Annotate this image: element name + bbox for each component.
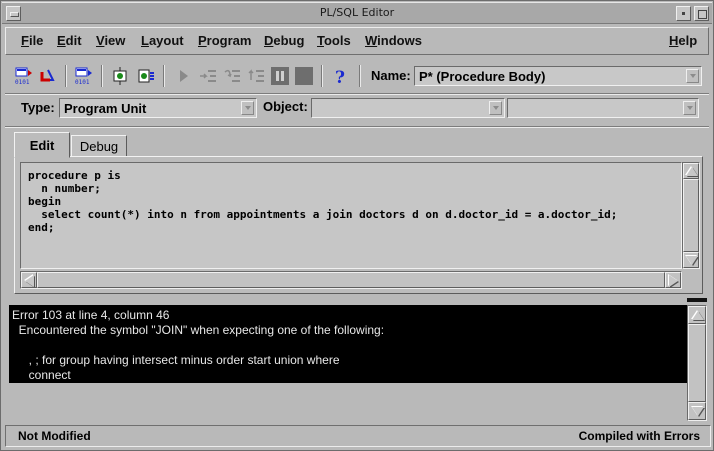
object-label: Object: <box>263 99 308 114</box>
message-line: Error 103 at line 4, column 46 <box>12 308 170 322</box>
menu-edit[interactable]: Edit <box>57 33 82 48</box>
window-title: PL/SQL Editor <box>319 6 395 19</box>
plsql-editor-window: PL/SQL Editor File Edit View Layout Prog… <box>0 0 714 451</box>
watch-icon[interactable] <box>135 65 157 87</box>
svg-text:0101: 0101 <box>15 79 30 86</box>
code-line: begin <box>28 195 62 208</box>
type-label: Type: <box>21 100 55 115</box>
object-combo[interactable] <box>311 98 505 118</box>
stop-icon[interactable] <box>293 65 315 87</box>
svg-text:?: ? <box>335 68 345 86</box>
scroll-down-button[interactable] <box>683 252 699 268</box>
scroll-right-button[interactable] <box>665 272 681 288</box>
modified-status: Not Modified <box>18 429 91 443</box>
message-line <box>12 338 687 353</box>
chevron-down-icon[interactable] <box>683 101 696 115</box>
edit-tab-panel: procedure p is n number; begin select co… <box>14 156 703 294</box>
arrow-right-icon <box>669 275 678 287</box>
message-line: connect <box>12 368 71 382</box>
scroll-up-button[interactable] <box>688 306 706 324</box>
divider <box>5 126 709 128</box>
tab-edit[interactable]: Edit <box>14 132 70 158</box>
arrow-up-icon <box>686 167 698 176</box>
message-line: , ; for group having intersect minus ord… <box>12 353 340 367</box>
menu-debug[interactable]: Debug <box>264 33 304 48</box>
object-subcombo[interactable] <box>507 98 699 118</box>
toolbar-separator <box>101 65 103 87</box>
code-line: end; <box>28 221 55 234</box>
status-bar: Not Modified Compiled with Errors <box>5 425 711 447</box>
editor-horizontal-scrollbar[interactable] <box>20 271 682 289</box>
menu-file[interactable]: File <box>21 33 43 48</box>
type-combo[interactable]: Program Unit <box>59 98 257 118</box>
pause-icon[interactable] <box>269 65 291 87</box>
revert-icon[interactable] <box>37 65 59 87</box>
code-editor[interactable]: procedure p is n number; begin select co… <box>20 162 682 269</box>
toolbar: 0101 0101 ? Name: P* (Procedure Body) <box>5 59 709 93</box>
menu-program[interactable]: Program <box>198 33 251 48</box>
scroll-thumb[interactable] <box>688 324 706 402</box>
toolbar-separator <box>65 65 67 87</box>
compile-all-icon[interactable]: 0101 <box>73 65 95 87</box>
scroll-left-button[interactable] <box>21 272 37 288</box>
scroll-thumb[interactable] <box>683 179 699 252</box>
toolbar-separator <box>359 65 361 87</box>
code-line: select count(*) into n from appointments… <box>28 208 618 221</box>
scroll-down-button[interactable] <box>688 402 706 420</box>
arrow-down-icon <box>692 407 704 416</box>
run-icon[interactable] <box>173 65 195 87</box>
chevron-down-icon[interactable] <box>241 101 254 115</box>
compile-status: Compiled with Errors <box>578 429 700 443</box>
scroll-up-button[interactable] <box>683 163 699 179</box>
menu-help[interactable]: Help <box>669 33 697 48</box>
scroll-thumb[interactable] <box>37 272 665 288</box>
menu-bar: File Edit View Layout Program Debug Tool… <box>5 27 709 55</box>
message-line: Encountered the symbol "JOIN" when expec… <box>12 323 385 337</box>
toolbar-separator <box>321 65 323 87</box>
minimize-icon[interactable] <box>676 6 691 21</box>
tab-debug[interactable]: Debug <box>71 135 127 157</box>
step-into-icon[interactable] <box>197 65 219 87</box>
pane-sash[interactable] <box>687 298 707 302</box>
type-object-row: Type: Program Unit Object: <box>5 93 709 125</box>
chevron-down-icon[interactable] <box>686 69 699 83</box>
chevron-down-icon[interactable] <box>489 101 502 115</box>
set-breakpoint-icon[interactable] <box>109 65 131 87</box>
maximize-icon[interactable] <box>694 6 709 21</box>
code-line: n number; <box>28 182 101 195</box>
compile-icon[interactable]: 0101 <box>13 65 35 87</box>
menu-windows[interactable]: Windows <box>365 33 422 48</box>
arrow-left-icon <box>25 275 34 287</box>
menu-tools[interactable]: Tools <box>317 33 351 48</box>
help-icon[interactable]: ? <box>329 65 351 87</box>
step-out-icon[interactable] <box>245 65 267 87</box>
editor-vertical-scrollbar[interactable] <box>682 162 700 269</box>
name-value: P* (Procedure Body) <box>419 69 546 84</box>
code-line: procedure p is <box>28 169 121 182</box>
messages-blank-area <box>9 383 687 421</box>
menu-layout[interactable]: Layout <box>141 33 184 48</box>
messages-vertical-scrollbar[interactable] <box>687 305 707 421</box>
title-bar: PL/SQL Editor <box>2 2 712 24</box>
menu-view[interactable]: View <box>96 33 125 48</box>
step-over-icon[interactable] <box>221 65 243 87</box>
toolbar-separator <box>163 65 165 87</box>
compile-messages[interactable]: Error 103 at line 4, column 46 Encounter… <box>9 305 687 383</box>
name-label: Name: <box>371 68 411 83</box>
arrow-up-icon <box>692 311 704 320</box>
name-combo[interactable]: P* (Procedure Body) <box>414 66 702 86</box>
type-value: Program Unit <box>64 101 147 116</box>
svg-text:0101: 0101 <box>75 79 90 86</box>
arrow-down-icon <box>686 256 698 265</box>
